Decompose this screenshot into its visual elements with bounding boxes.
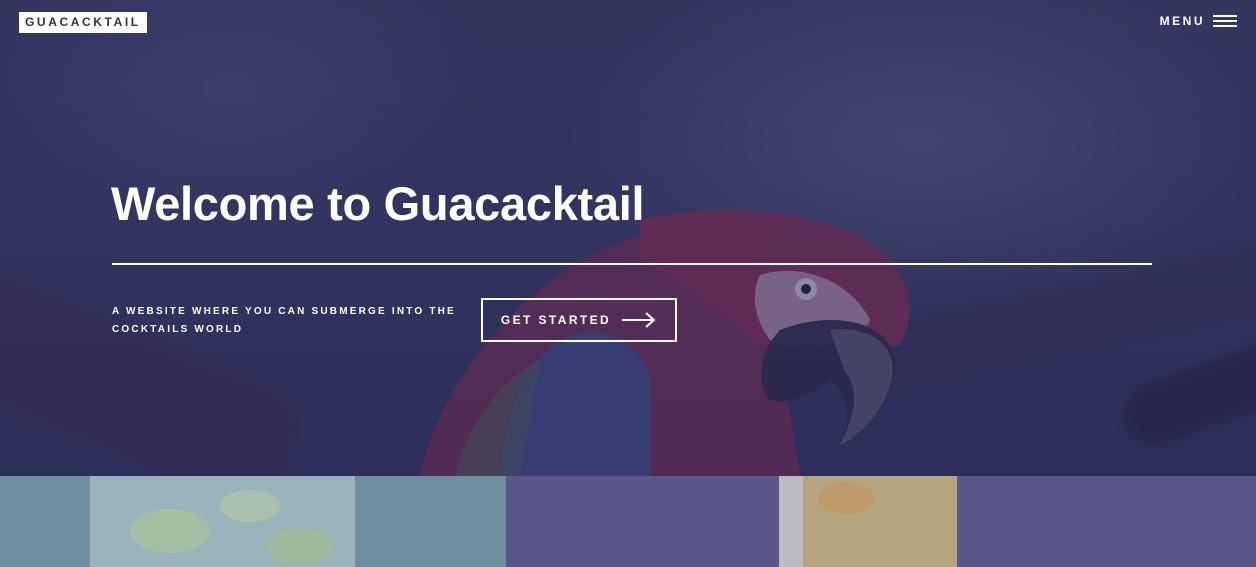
hero-title: Welcome to Guacacktail bbox=[111, 177, 645, 230]
orange-cocktail-image bbox=[506, 476, 1256, 567]
hero-section: GUACACKTAIL MENU Welcome to Guacacktail … bbox=[0, 0, 1256, 476]
hamburger-icon bbox=[1213, 15, 1237, 27]
logo[interactable]: GUACACKTAIL bbox=[19, 12, 147, 33]
get-started-label: GET STARTED bbox=[500, 313, 612, 327]
hero-divider bbox=[112, 263, 1152, 265]
lime-cocktail-image bbox=[0, 476, 506, 567]
arrow-right-icon bbox=[622, 312, 656, 328]
get-started-button[interactable]: GET STARTED bbox=[481, 298, 677, 342]
cocktail-card-lime[interactable] bbox=[0, 476, 506, 567]
menu-button[interactable]: MENU bbox=[1160, 14, 1237, 28]
cocktail-card-orange[interactable] bbox=[506, 476, 1256, 567]
menu-label: MENU bbox=[1159, 14, 1205, 28]
hero-overlay bbox=[0, 0, 1256, 476]
hero-tagline: A WEBSITE WHERE YOU CAN SUBMERGE INTO TH… bbox=[112, 306, 456, 335]
